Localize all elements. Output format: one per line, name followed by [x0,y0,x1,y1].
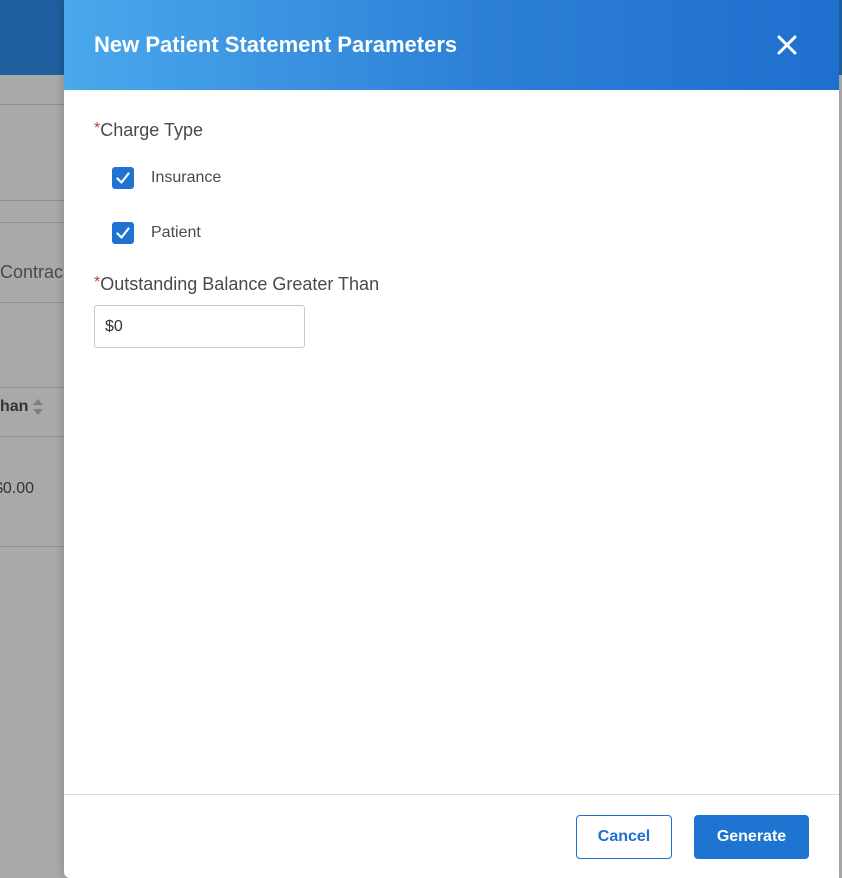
background-cell-value: $0.00 [0,480,35,497]
background-divider [0,222,70,223]
app-root: Contrac han $0.00 New Patient Statement … [0,0,842,878]
patient-checkbox-label: Patient [151,224,201,241]
checkmark-icon [116,227,130,239]
outstanding-balance-label-text: Outstanding Balance Greater Than [100,274,380,294]
sort-icon [32,398,44,416]
background-column-header: han [0,398,44,416]
outstanding-balance-label: *Outstanding Balance Greater Than [94,274,379,295]
close-button[interactable] [775,33,799,57]
background-divider [0,200,70,201]
insurance-checkbox-row[interactable]: Insurance [112,167,221,189]
background-divider [0,104,70,105]
insurance-checkbox[interactable] [112,167,134,189]
statement-parameters-modal: New Patient Statement Parameters *Charge… [64,0,839,878]
modal-header: New Patient Statement Parameters [64,0,839,90]
modal-title: New Patient Statement Parameters [94,32,458,57]
charge-type-label-text: Charge Type [100,120,203,140]
generate-button[interactable]: Generate [694,815,809,859]
checkmark-icon [116,172,130,184]
patient-checkbox[interactable] [112,222,134,244]
footer-divider [64,794,839,795]
background-contract-text: Contrac [0,262,64,282]
background-divider [0,387,70,388]
cancel-button[interactable]: Cancel [576,815,672,859]
background-column-header-label: han [0,398,29,416]
outstanding-balance-input[interactable] [94,305,305,348]
close-icon [777,35,797,55]
background-divider [0,546,70,547]
patient-checkbox-row[interactable]: Patient [112,222,201,244]
background-divider [0,436,70,437]
background-divider [0,302,70,303]
charge-type-label: *Charge Type [94,120,203,141]
insurance-checkbox-label: Insurance [151,169,222,186]
